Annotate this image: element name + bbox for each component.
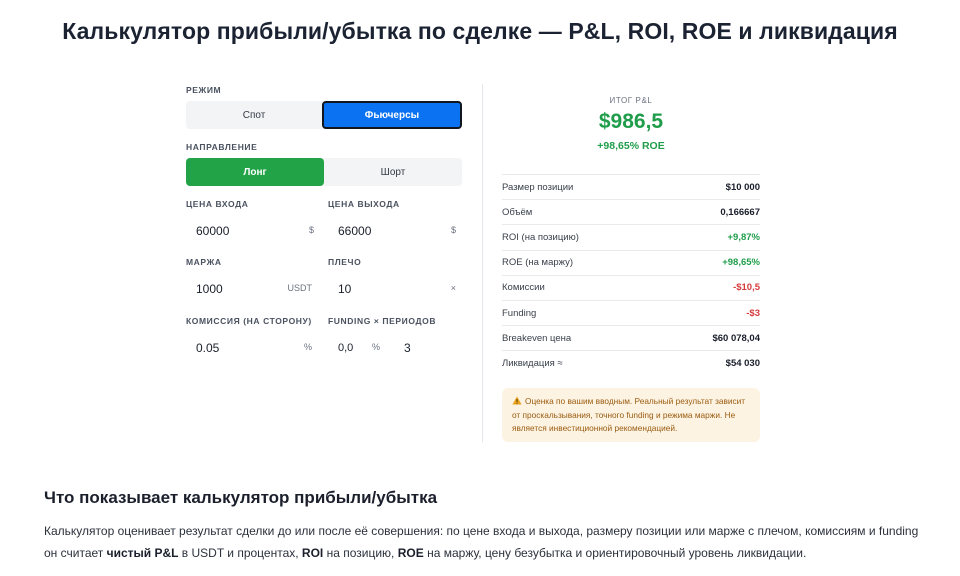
margin-value: 1000 xyxy=(196,282,223,296)
margin-label: МАРЖА xyxy=(186,257,222,267)
margin-input[interactable]: 1000 USDT xyxy=(186,274,316,304)
metrics-list: Размер позиции $10 000 Объём 0,166667 RO… xyxy=(502,174,760,376)
section-heading: Что показывает калькулятор прибыли/убытк… xyxy=(44,488,438,507)
metric-label: Объём xyxy=(502,206,533,218)
paragraph-text: в USDT и процентах, xyxy=(178,546,302,560)
paragraph-emphasis: ROE xyxy=(397,546,424,560)
fee-unit: % xyxy=(303,342,312,352)
paragraph-emphasis: чистый P&L xyxy=(106,546,179,560)
funding-rate-input[interactable]: 0,0 % xyxy=(328,333,384,363)
warning-icon xyxy=(512,396,522,405)
page-title: Калькулятор прибыли/убытка по сделке — P… xyxy=(62,18,898,44)
entry-price-value: 60000 xyxy=(196,224,230,238)
metric-row: Ликвидация ≈ $54 030 xyxy=(502,350,760,375)
metric-label: ROI (на позицию) xyxy=(502,231,579,243)
paragraph-text: на маржу, цену безубытка и ориентировочн… xyxy=(423,546,807,560)
metric-label: Funding xyxy=(502,307,537,319)
direction-short-button[interactable]: Шорт xyxy=(324,158,462,186)
metric-row: ROI (на позицию) +9,87% xyxy=(502,224,760,249)
mode-label: РЕЖИМ xyxy=(186,85,222,95)
paragraph-emphasis: ROI xyxy=(301,546,324,560)
leverage-value: 10 xyxy=(338,282,352,296)
exit-price-unit: $ xyxy=(450,225,456,235)
section-paragraph: Калькулятор оценивает результат сделки д… xyxy=(44,520,924,564)
metric-value: $54 030 xyxy=(725,357,760,369)
metric-row: ROE (на маржу) +98,65% xyxy=(502,249,760,275)
panel-divider xyxy=(482,84,483,442)
metric-value: +98,65% xyxy=(722,257,760,269)
disclaimer-text: Оценка по вашим вводным. Реальный резуль… xyxy=(512,396,746,433)
fee-input[interactable]: 0.05 % xyxy=(186,333,316,363)
result-panel: ИТОГ P&L $986,5 +98,65% ROE Размер позиц… xyxy=(502,80,760,444)
leverage-unit: × xyxy=(450,283,456,293)
metric-label: Размер позиции xyxy=(502,181,574,193)
metric-row: Funding -$3 xyxy=(502,299,760,325)
metric-value: +9,87% xyxy=(727,231,761,243)
funding-periods-input[interactable]: 3 xyxy=(394,333,458,363)
entry-price-input[interactable]: 60000 $ xyxy=(186,216,316,246)
paragraph-text: на позицию, xyxy=(323,546,398,560)
funding-label: FUNDING × ПЕРИОДОВ xyxy=(328,316,437,326)
metric-row: Breakeven цена $60 078,04 xyxy=(502,325,760,350)
metric-value: $10 000 xyxy=(725,181,760,193)
margin-unit: USDT xyxy=(287,283,313,293)
metric-label: ROE (на маржу) xyxy=(502,257,574,269)
exit-price-value: 66000 xyxy=(338,224,372,238)
exit-price-input[interactable]: 66000 $ xyxy=(328,216,458,246)
metric-row: Размер позиции $10 000 xyxy=(502,174,760,199)
leverage-input[interactable]: 10 × xyxy=(328,274,458,304)
mode-spot-button[interactable]: Спот xyxy=(186,101,322,129)
metric-row: Комиссии -$10,5 xyxy=(502,274,760,300)
metric-label: Breakeven цена xyxy=(502,332,572,344)
metric-label: Комиссии xyxy=(502,282,545,294)
leverage-label: ПЛЕЧО xyxy=(328,257,362,267)
fee-value: 0.05 xyxy=(196,341,220,355)
total-pnl-value: $986,5 xyxy=(598,110,664,133)
direction-toggle: Лонг Шорт xyxy=(186,158,462,186)
entry-price-label: ЦЕНА ВХОДА xyxy=(186,199,249,209)
exit-price-label: ЦЕНА ВЫХОДА xyxy=(328,199,400,209)
metric-label: Ликвидация ≈ xyxy=(502,357,563,369)
funding-periods-value: 3 xyxy=(404,341,411,355)
metric-value: -$3 xyxy=(746,307,760,319)
entry-price-unit: $ xyxy=(308,225,314,235)
pnl-calculator: РЕЖИМ Спот Фьючерсы НАПРАВЛЕНИЕ Лонг Шор… xyxy=(186,80,762,444)
mode-futures-button[interactable]: Фьючерсы xyxy=(322,101,462,129)
mode-toggle: Спот Фьючерсы xyxy=(186,101,462,129)
direction-label: НАПРАВЛЕНИЕ xyxy=(186,142,258,152)
metric-value: 0,166667 xyxy=(720,206,760,218)
metric-value: $60 078,04 xyxy=(712,332,760,344)
metric-row: Объём 0,166667 xyxy=(502,199,760,224)
total-pnl-label: ИТОГ P&L xyxy=(609,96,653,105)
metric-value: -$10,5 xyxy=(733,282,760,294)
funding-rate-unit: % xyxy=(371,342,380,352)
direction-long-button[interactable]: Лонг xyxy=(186,158,324,186)
total-roe-value: +98,65% ROE xyxy=(597,140,665,152)
fee-label: КОМИССИЯ (НА СТОРОНУ) xyxy=(186,316,312,326)
input-panel: РЕЖИМ Спот Фьючерсы НАПРАВЛЕНИЕ Лонг Шор… xyxy=(186,80,462,444)
funding-rate-value: 0,0 xyxy=(338,342,354,354)
disclaimer-box: Оценка по вашим вводным. Реальный резуль… xyxy=(502,388,760,442)
